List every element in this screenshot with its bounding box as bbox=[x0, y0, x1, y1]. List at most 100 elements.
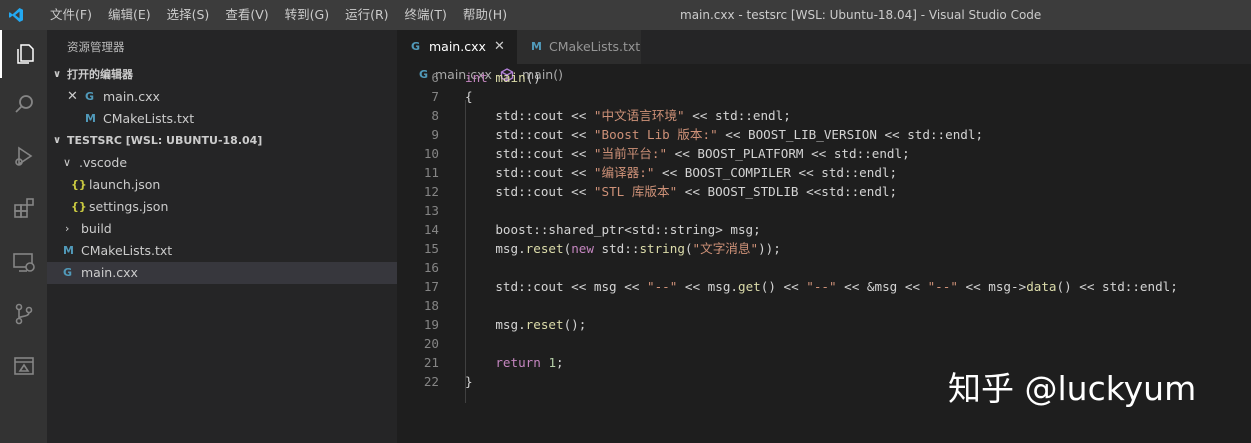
code-line[interactable]: 7{ bbox=[397, 87, 1251, 106]
code-text: std::cout << "当前平台:" << BOOST_PLATFORM <… bbox=[465, 144, 910, 163]
tree-folder-build[interactable]: › build bbox=[47, 218, 397, 240]
line-number: 18 bbox=[423, 298, 439, 313]
activity-bar bbox=[0, 30, 47, 443]
tree-file-main-cxx[interactable]: G main.cxx bbox=[47, 262, 397, 284]
code-line[interactable]: 9 std::cout << "Boost Lib 版本:" << BOOST_… bbox=[397, 125, 1251, 144]
tree-file-settings-json[interactable]: {} settings.json bbox=[47, 196, 397, 218]
line-number: 21 bbox=[423, 355, 439, 370]
menu-bar: 文件(F) 编辑(E) 选择(S) 查看(V) 转到(G) 运行(R) 终端(T… bbox=[42, 0, 515, 30]
code-line[interactable]: 17 std::cout << msg << "--" << msg.get()… bbox=[397, 277, 1251, 296]
extensions-icon[interactable] bbox=[0, 184, 47, 232]
code-text: int main() bbox=[465, 68, 541, 87]
code-token: get bbox=[738, 279, 761, 294]
tab-cmakelists[interactable]: M CMakeLists.txt bbox=[517, 30, 641, 64]
explorer-icon[interactable] bbox=[0, 30, 47, 78]
line-number: 8 bbox=[431, 108, 439, 123]
code-token: std::cout << bbox=[465, 165, 594, 180]
code-token: msg. bbox=[465, 317, 526, 332]
code-line[interactable]: 14 boost::shared_ptr<std::string> msg; bbox=[397, 220, 1251, 239]
menu-file[interactable]: 文件(F) bbox=[42, 0, 100, 30]
code-token: )); bbox=[758, 241, 781, 256]
code-token: 1 bbox=[548, 355, 557, 370]
tab-label: CMakeLists.txt bbox=[549, 39, 641, 54]
indent-guide bbox=[465, 100, 466, 403]
code-token: () << bbox=[760, 279, 807, 294]
run-debug-icon[interactable] bbox=[0, 132, 47, 180]
code-text: msg.reset(new std::string("文字消息")); bbox=[465, 239, 781, 258]
code-token: "--" bbox=[646, 279, 678, 294]
code-line[interactable]: 10 std::cout << "当前平台:" << BOOST_PLATFOR… bbox=[397, 144, 1251, 163]
line-number: 22 bbox=[423, 374, 439, 389]
code-line[interactable]: 6 int main() bbox=[397, 68, 1251, 87]
tree-item-label: main.cxx bbox=[81, 265, 138, 280]
code-token: () bbox=[525, 70, 541, 85]
remote-explorer-icon[interactable] bbox=[0, 238, 47, 286]
tree-folder-vscode[interactable]: ∨ .vscode bbox=[47, 152, 397, 174]
code-line[interactable]: 19 msg.reset(); bbox=[397, 315, 1251, 334]
code-line[interactable]: 15 msg.reset(new std::string("文字消息")); bbox=[397, 239, 1251, 258]
code-text: std::cout << "中文语言环境" << std::endl; bbox=[465, 106, 790, 125]
open-editors-section[interactable]: ∨ 打开的编辑器 bbox=[47, 64, 397, 86]
workspace-label: TESTSRC [WSL: UBUNTU-18.04] bbox=[67, 134, 263, 147]
cmake-panel-icon[interactable] bbox=[0, 342, 47, 390]
menu-go[interactable]: 转到(G) bbox=[277, 0, 337, 30]
chevron-down-icon: ∨ bbox=[53, 69, 62, 80]
code-token: "编译器:" bbox=[593, 165, 655, 180]
search-icon[interactable] bbox=[0, 80, 47, 128]
menu-terminal[interactable]: 终端(T) bbox=[397, 0, 455, 30]
code-token: "STL 库版本" bbox=[593, 184, 678, 199]
menu-run[interactable]: 运行(R) bbox=[337, 0, 396, 30]
chevron-down-icon: ∨ bbox=[63, 156, 72, 169]
code-token: return bbox=[495, 355, 541, 370]
code-text: std::cout << "STL 库版本" << BOOST_STDLIB <… bbox=[465, 182, 897, 201]
code-token: "--" bbox=[927, 279, 958, 294]
menu-view[interactable]: 查看(V) bbox=[217, 0, 276, 30]
tab-close-icon[interactable]: ✕ bbox=[494, 30, 505, 64]
code-line[interactable]: 11 std::cout << "编译器:" << BOOST_COMPILER… bbox=[397, 163, 1251, 182]
menu-selection[interactable]: 选择(S) bbox=[159, 0, 218, 30]
code-line[interactable]: 13 bbox=[397, 201, 1251, 220]
line-number: 15 bbox=[423, 241, 439, 256]
json-file-icon: {} bbox=[71, 178, 87, 191]
tab-label: main.cxx bbox=[429, 39, 486, 54]
line-number: 10 bbox=[423, 146, 439, 161]
open-editor-label: main.cxx bbox=[103, 89, 160, 104]
code-token: main bbox=[495, 70, 526, 85]
code-line[interactable]: 12 std::cout << "STL 库版本" << BOOST_STDLI… bbox=[397, 182, 1251, 201]
line-number: 19 bbox=[423, 317, 439, 332]
source-control-icon[interactable] bbox=[0, 290, 47, 338]
code-line[interactable]: 16 bbox=[397, 258, 1251, 277]
chevron-down-icon: ∨ bbox=[53, 135, 62, 146]
line-number: 16 bbox=[423, 260, 439, 275]
code-line[interactable]: 8 std::cout << "中文语言环境" << std::endl; bbox=[397, 106, 1251, 125]
tree-file-launch-json[interactable]: {} launch.json bbox=[47, 174, 397, 196]
line-number: 12 bbox=[423, 184, 439, 199]
code-token: } bbox=[465, 374, 473, 389]
tab-main-cxx[interactable]: G main.cxx ✕ bbox=[397, 30, 517, 64]
menu-edit[interactable]: 编辑(E) bbox=[100, 0, 159, 30]
code-token: std::cout << msg << bbox=[465, 279, 647, 294]
code-token: << msg-> bbox=[957, 279, 1027, 294]
sidebar-title: 资源管理器 bbox=[67, 40, 125, 54]
code-token: reset bbox=[525, 317, 564, 332]
open-editor-cmakelists[interactable]: M CMakeLists.txt bbox=[47, 108, 397, 130]
open-editor-main-cxx[interactable]: ✕ G main.cxx bbox=[47, 86, 397, 108]
code-line[interactable]: 18 bbox=[397, 296, 1251, 315]
code-text: msg.reset(); bbox=[465, 315, 586, 334]
code-token: << BOOST_PLATFORM << std::endl; bbox=[667, 146, 910, 161]
line-number: 14 bbox=[423, 222, 439, 237]
tree-file-cmakelists[interactable]: M CMakeLists.txt bbox=[47, 240, 397, 262]
code-line[interactable]: 20 bbox=[397, 334, 1251, 353]
workspace-section[interactable]: ∨ TESTSRC [WSL: UBUNTU-18.04] bbox=[47, 130, 397, 152]
cmake-file-icon: M bbox=[531, 40, 542, 53]
line-number: 20 bbox=[423, 336, 439, 351]
code-text: } bbox=[465, 372, 473, 391]
open-editors-label: 打开的编辑器 bbox=[67, 68, 133, 81]
code-token: << msg. bbox=[677, 279, 738, 294]
close-icon[interactable]: ✕ bbox=[67, 86, 78, 108]
cpp-file-icon: G bbox=[63, 266, 73, 279]
code-token: << BOOST_LIB_VERSION << std::endl; bbox=[717, 127, 984, 142]
menu-help[interactable]: 帮助(H) bbox=[455, 0, 515, 30]
cmake-file-icon: M bbox=[85, 112, 96, 125]
code-text: std::cout << msg << "--" << msg.get() <<… bbox=[465, 277, 1178, 296]
